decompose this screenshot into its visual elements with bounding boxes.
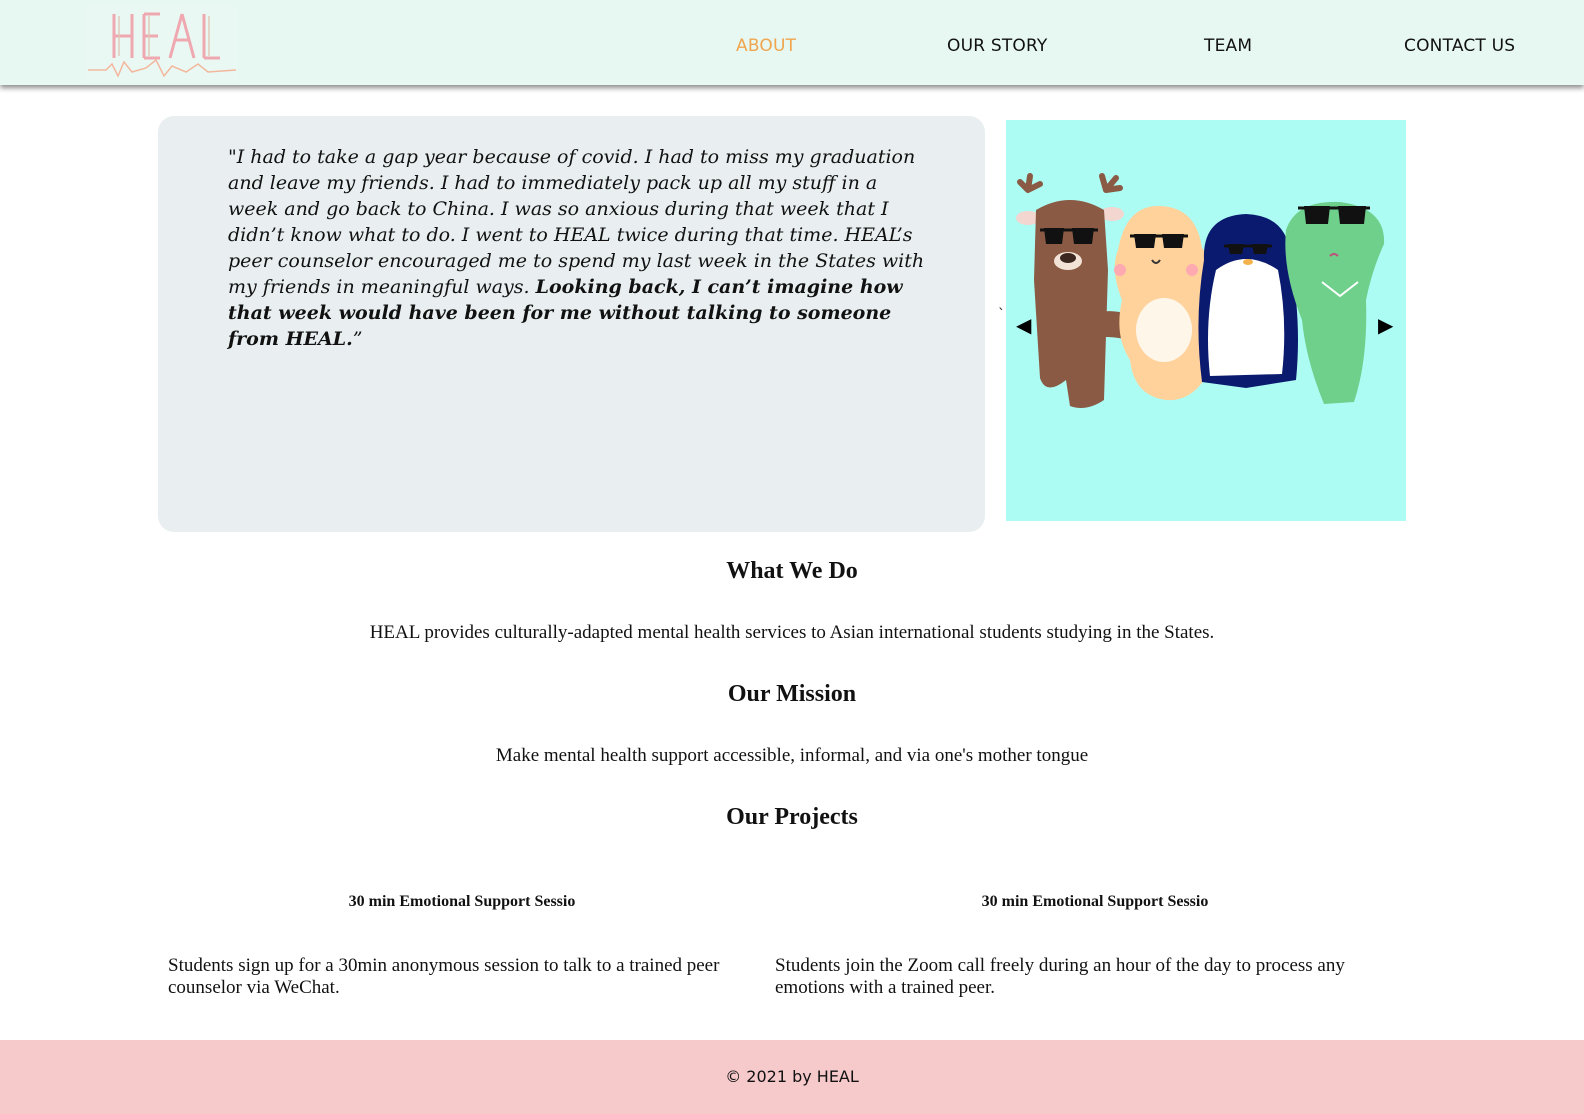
animal-mascots-illustration	[1016, 173, 1385, 408]
project-description: Students sign up for a 30min anonymous s…	[168, 955, 720, 998]
nav-team[interactable]: TEAM	[1204, 36, 1252, 56]
copyright-text: © 2021 by HEAL	[725, 1067, 859, 1086]
site-footer: © 2021 by HEAL	[0, 1040, 1584, 1114]
testimonial-quote: "I had to take a gap year because of cov…	[228, 144, 928, 352]
project-title: 30 min Emotional Support Sessio	[348, 893, 576, 910]
slideshow-next-arrow[interactable]: ▶	[1378, 313, 1393, 337]
penguin-mascot	[1198, 214, 1298, 388]
project-description: Students join the Zoom call freely durin…	[775, 955, 1345, 998]
slideshow-prev-arrow[interactable]: ◀	[1016, 313, 1031, 337]
what-we-do-heading: What We Do	[726, 558, 858, 584]
slideshow[interactable]: ◀ ▶	[1006, 120, 1406, 521]
our-mission-heading: Our Mission	[727, 681, 857, 707]
nav-our-story[interactable]: OUR STORY	[947, 36, 1048, 56]
heal-logo[interactable]	[86, 6, 238, 82]
testimonial-card: "I had to take a gap year because of cov…	[158, 116, 985, 532]
site-header: ABOUT OUR STORY TEAM CONTACT US	[0, 0, 1584, 85]
nav-about[interactable]: ABOUT	[736, 36, 796, 56]
our-mission-text: Make mental health support accessible, i…	[495, 745, 1089, 766]
quote-closing: ”	[352, 328, 363, 350]
nav-contact-us[interactable]: CONTACT US	[1404, 36, 1515, 56]
frog-mascot	[1285, 201, 1385, 404]
project-title: 30 min Emotional Support Sessio	[981, 893, 1209, 910]
stray-tick: `	[998, 307, 1005, 323]
our-projects-heading: Our Projects	[726, 804, 858, 830]
what-we-do-text: HEAL provides culturally-adapted mental …	[369, 622, 1215, 643]
